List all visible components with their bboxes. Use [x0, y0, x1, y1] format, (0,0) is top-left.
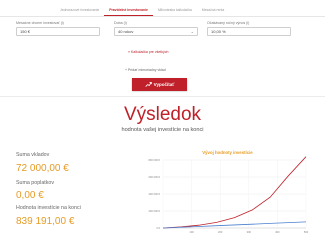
x-tick-label: 400 — [275, 230, 280, 234]
y-tick-label: 800 000 € — [148, 158, 160, 162]
y-tick-label: 0 € — [156, 226, 160, 230]
investment-value-line — [162, 156, 307, 229]
deposits-line — [162, 221, 307, 229]
y-tick-label: 200 000 € — [148, 209, 160, 213]
investment-growth-chart: 0 € 200 000 € 400 000 € 600 000 € 800 000 € 1… — [148, 156, 309, 234]
x-tick-label: 200 — [218, 230, 223, 234]
y-tick-label: 600 000 € — [148, 175, 160, 179]
x-tick-label: 500 — [304, 230, 309, 234]
x-tick-label: 300 — [247, 230, 252, 234]
y-tick-label: 400 000 € — [148, 192, 160, 196]
x-tick-label: 100 — [189, 230, 194, 234]
